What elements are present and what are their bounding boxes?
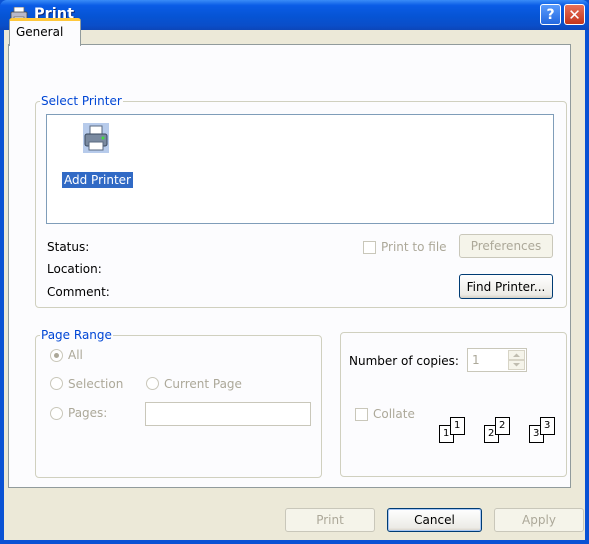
print-button[interactable]: Print — [285, 508, 375, 532]
find-printer-button[interactable]: Find Printer... — [459, 274, 553, 299]
current-page-radio[interactable] — [146, 377, 159, 390]
page-range-legend: Page Range — [41, 328, 112, 342]
number-of-copies-label: Number of copies: — [349, 354, 459, 368]
copies-value: 1 — [472, 353, 480, 367]
apply-button-label: Apply — [522, 513, 556, 527]
pages-input[interactable] — [145, 402, 311, 426]
pages-radio[interactable] — [50, 407, 63, 420]
print-dialog-window: Print ? ✕ General Select Printer Add Pri… — [0, 0, 589, 544]
copies-spinner[interactable]: 1 — [467, 348, 527, 372]
selection-radio[interactable] — [50, 377, 63, 390]
all-radio[interactable] — [50, 349, 63, 362]
close-icon: ✕ — [568, 5, 581, 24]
all-label: All — [68, 348, 83, 362]
apply-button[interactable]: Apply — [494, 508, 584, 532]
page-icon: 3 — [540, 417, 555, 435]
print-button-label: Print — [316, 513, 344, 527]
page-icon: 1 — [450, 417, 465, 435]
page-icon: 2 — [495, 417, 510, 435]
tab-label: General — [16, 25, 64, 39]
collate-label: Collate — [373, 407, 415, 421]
printer-list[interactable]: Add Printer — [46, 114, 554, 224]
tab-general[interactable]: General — [9, 18, 81, 46]
cancel-button[interactable]: Cancel — [387, 508, 482, 532]
print-to-file-label: Print to file — [381, 240, 447, 254]
preferences-button[interactable]: Preferences — [459, 234, 553, 258]
printer-item-label[interactable]: Add Printer — [62, 172, 133, 188]
print-to-file-checkbox[interactable] — [363, 241, 376, 254]
help-icon: ? — [546, 6, 555, 23]
add-printer-icon[interactable] — [81, 122, 111, 154]
collate-checkbox[interactable] — [355, 408, 368, 421]
close-button[interactable]: ✕ — [564, 4, 585, 25]
find-printer-button-label: Find Printer... — [466, 279, 546, 294]
pages-label: Pages: — [68, 406, 108, 420]
help-button[interactable]: ? — [540, 4, 561, 25]
title-bar[interactable]: Print ? ✕ — [0, 0, 589, 30]
status-label: Status: — [47, 240, 90, 254]
preferences-button-label: Preferences — [470, 239, 542, 253]
comment-label: Comment: — [47, 285, 110, 299]
select-printer-legend: Select Printer — [41, 94, 122, 108]
selection-label: Selection — [68, 377, 124, 391]
current-page-label: Current Page — [164, 377, 242, 391]
location-label: Location: — [47, 262, 102, 276]
spin-arrows-icon[interactable] — [508, 350, 525, 370]
cancel-button-label: Cancel — [414, 513, 455, 527]
